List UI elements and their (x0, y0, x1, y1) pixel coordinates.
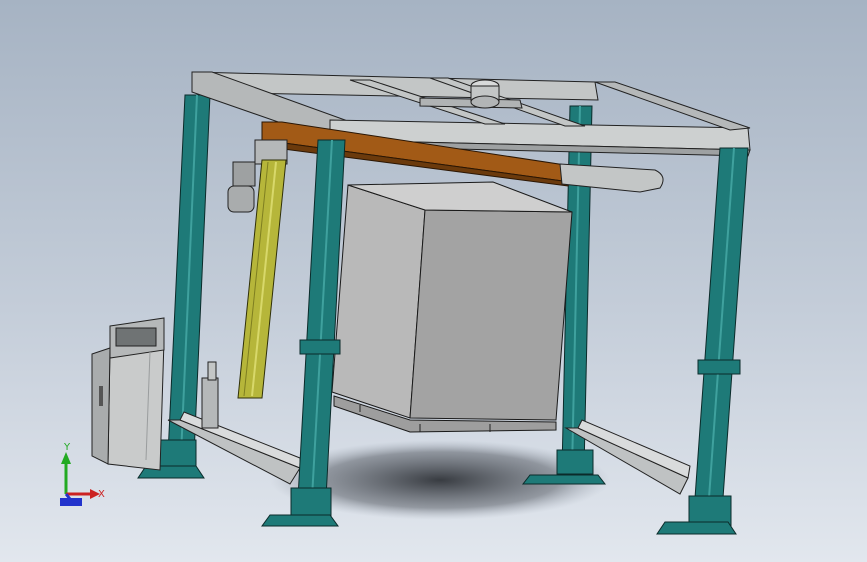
support-post (201, 361, 219, 429)
pallet-load (331, 181, 573, 433)
y-axis-label: Y (63, 442, 71, 453)
control-cabinet (91, 317, 165, 471)
model-drawing: Y X (60, 71, 751, 535)
x-axis-label: X (98, 489, 105, 500)
cad-viewport[interactable]: Y X (0, 0, 867, 562)
